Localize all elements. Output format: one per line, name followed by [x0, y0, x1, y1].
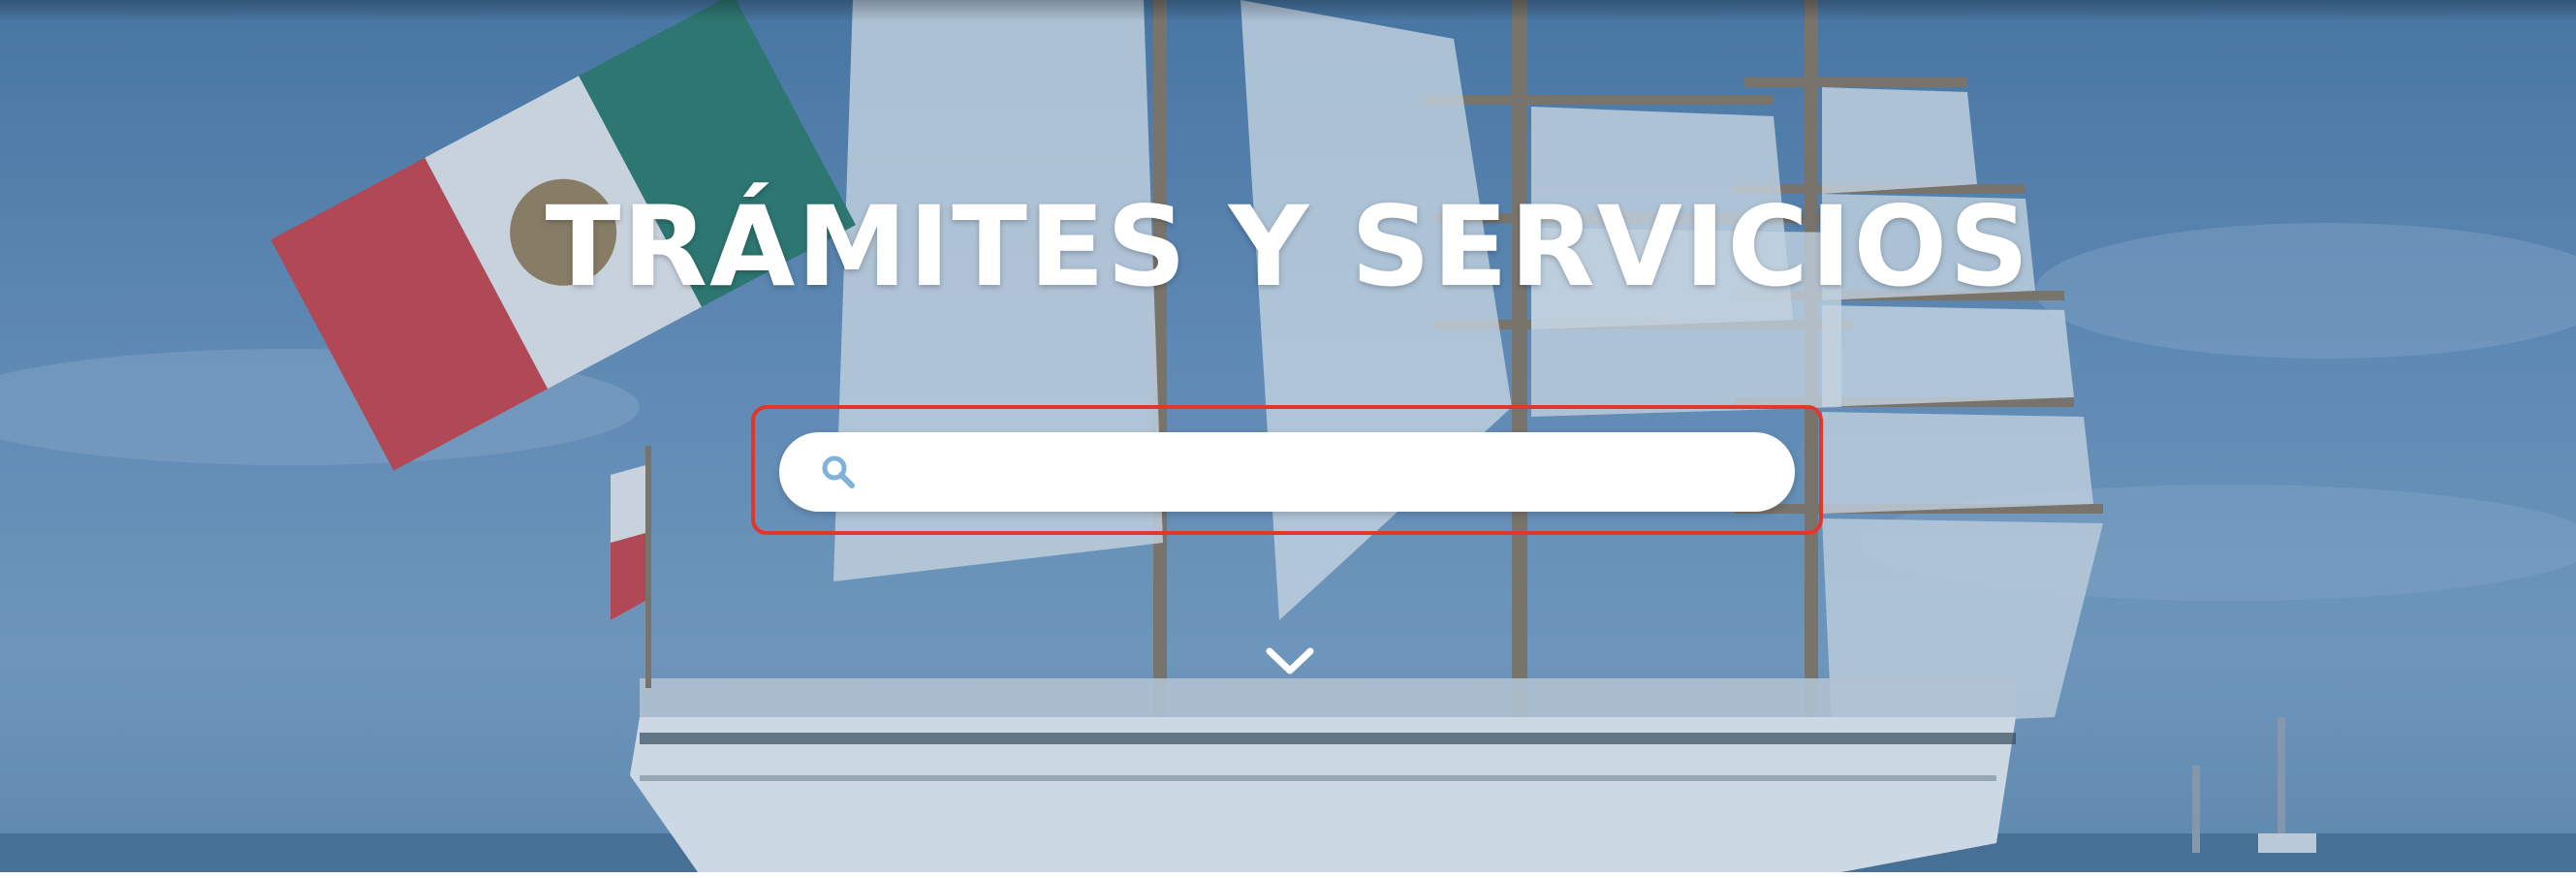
search-input[interactable]	[876, 432, 1772, 514]
chevron-down-icon[interactable]	[1264, 643, 1316, 678]
search-bar[interactable]	[779, 432, 1795, 514]
hero-banner: TRÁMITES Y SERVICIOS	[0, 0, 2576, 872]
page-title: TRÁMITES Y SERVICIOS	[545, 182, 2031, 311]
search-icon[interactable]	[820, 454, 857, 490]
top-shadow	[0, 0, 2576, 21]
page-bottom-divider	[0, 872, 2576, 878]
